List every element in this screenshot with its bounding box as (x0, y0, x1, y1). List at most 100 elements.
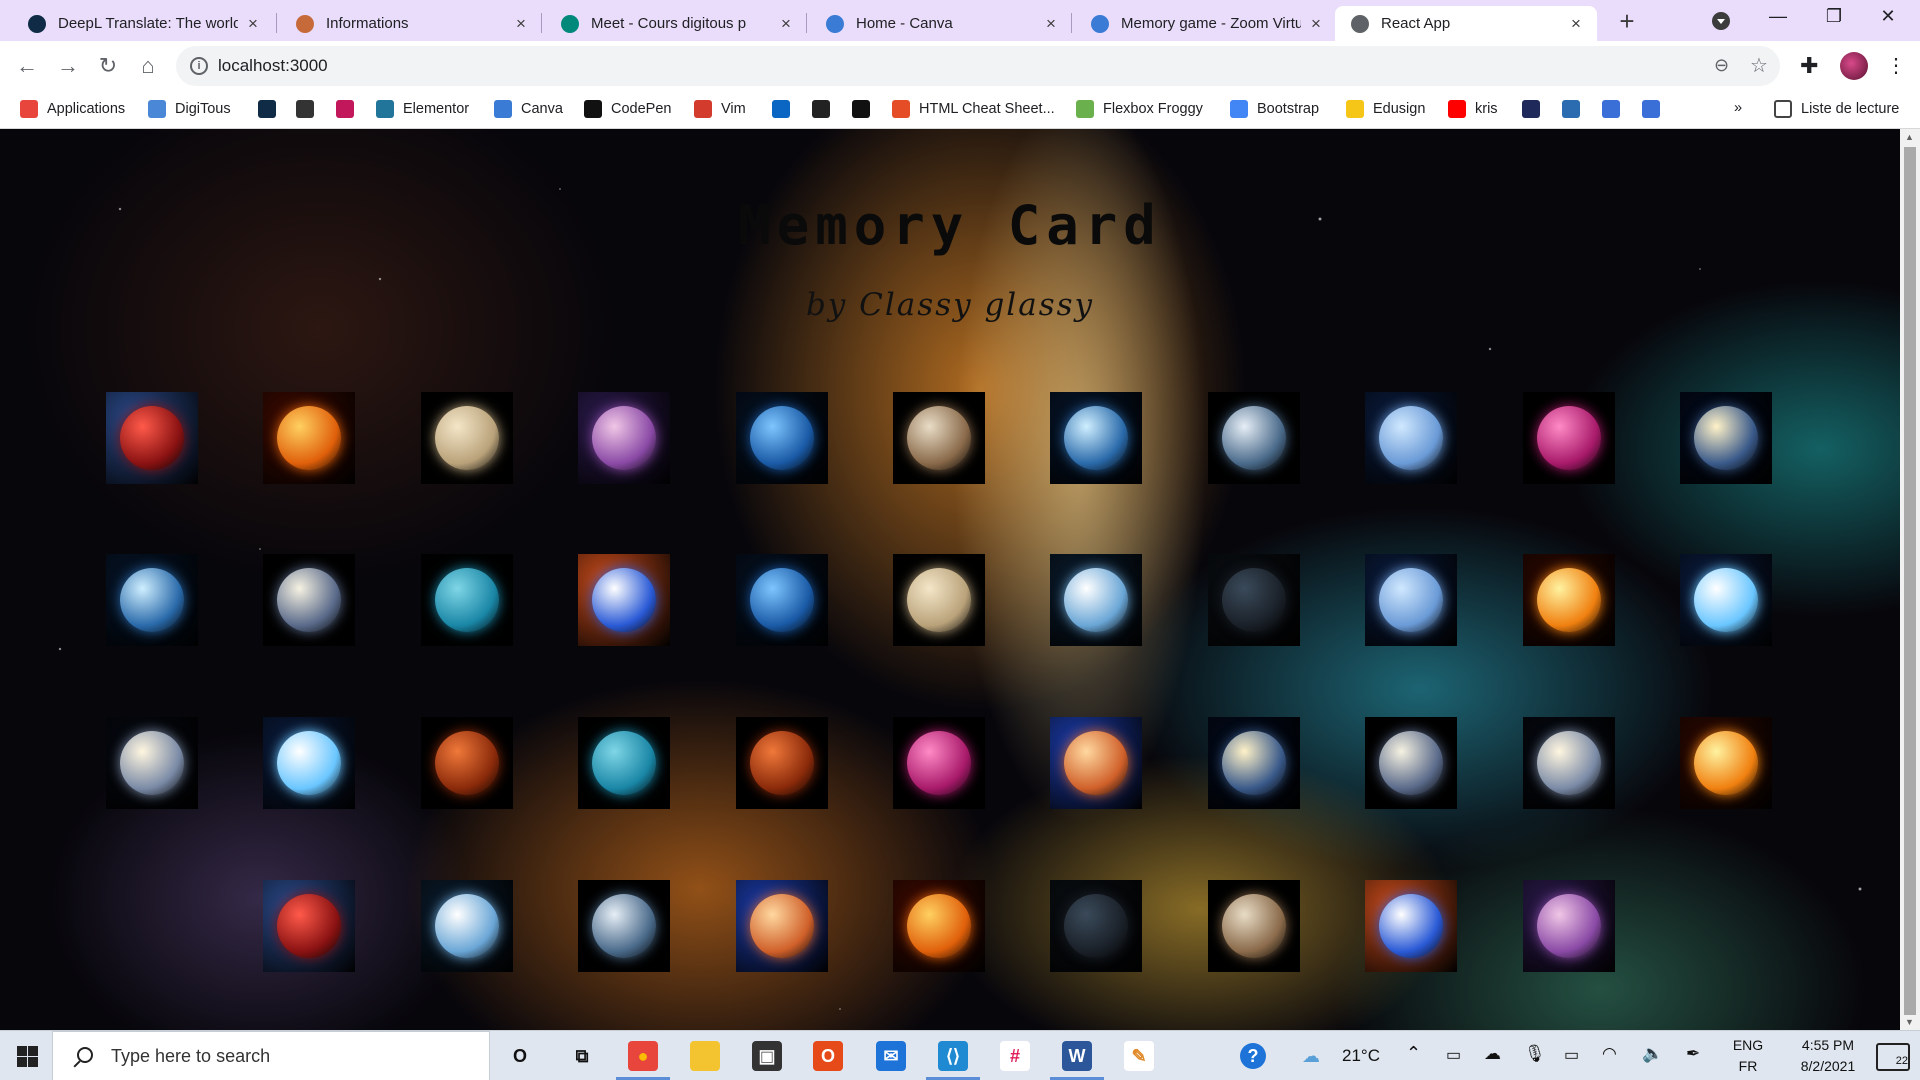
browser-tab[interactable]: React App × (1335, 6, 1597, 41)
cortana-icon[interactable]: O (505, 1041, 535, 1071)
close-tab-icon[interactable]: × (1567, 14, 1585, 34)
reading-list-button[interactable]: Liste de lecture (1774, 100, 1899, 118)
memory-card-sun[interactable] (893, 880, 985, 972)
onedrive-icon[interactable]: ☁ (1484, 1044, 1501, 1064)
memory-card-sun[interactable] (263, 392, 355, 484)
close-tab-icon[interactable]: × (512, 14, 530, 34)
memory-card-earth[interactable] (578, 880, 670, 972)
browser-tab[interactable]: Meet - Cours digitous p × (545, 6, 807, 41)
close-tab-icon[interactable]: × (1307, 14, 1325, 34)
taskbar-search-box[interactable]: Type here to search (52, 1031, 490, 1080)
bookmark-item[interactable] (1522, 100, 1540, 118)
memory-card-saturn[interactable] (421, 392, 513, 484)
memory-card-red-striped-planet[interactable] (263, 880, 355, 972)
forward-icon[interactable]: → (54, 52, 82, 80)
bookmark-star-icon[interactable]: ☆ (1750, 53, 1768, 78)
bookmark-item[interactable]: HTML Cheat Sheet... (892, 100, 1055, 118)
scroll-up-icon[interactable]: ▲ (1905, 132, 1914, 142)
new-tab-button[interactable]: + (1612, 8, 1642, 36)
memory-card-orbit-system[interactable] (736, 392, 828, 484)
office-icon[interactable]: O (813, 1041, 843, 1071)
bookmark-item[interactable]: Applications (20, 100, 125, 118)
memory-card-fiery-blue-planet[interactable] (736, 880, 828, 972)
clock-time[interactable]: 4:55 PM (1778, 1037, 1878, 1053)
bookmark-item[interactable]: DigiTous (148, 100, 231, 118)
memory-card-nebula-mountains[interactable] (578, 392, 670, 484)
notification-center-icon[interactable]: 22 (1876, 1043, 1910, 1071)
back-icon[interactable]: ← (13, 52, 41, 80)
browser-menu-icon[interactable]: ⋮ (1886, 53, 1906, 78)
memory-card-galaxy-burst[interactable] (1050, 554, 1142, 646)
memory-card-nebula-mountains[interactable] (1523, 880, 1615, 972)
windows-start-icon[interactable] (17, 1046, 38, 1067)
memory-card-blue-ice-planet[interactable] (1365, 392, 1457, 484)
memory-card-lightning-planet[interactable] (1365, 880, 1457, 972)
pen-workspace-icon[interactable]: ✒ (1686, 1044, 1700, 1064)
bookmark-item[interactable] (296, 100, 314, 118)
bookmark-item[interactable] (812, 100, 830, 118)
close-tab-icon[interactable]: × (777, 14, 795, 34)
scrollbar-thumb[interactable] (1904, 147, 1916, 1015)
memory-card-crescent-rings[interactable] (263, 554, 355, 646)
bookmark-item[interactable] (1642, 100, 1660, 118)
bookmark-item[interactable] (852, 100, 870, 118)
site-info-icon[interactable]: i (190, 57, 208, 75)
bookmark-item[interactable]: Edusign (1346, 100, 1425, 118)
memory-card-planet-sunrise[interactable] (1680, 392, 1772, 484)
chrome-icon[interactable]: ● (628, 1041, 658, 1071)
memory-card-dark-planet[interactable] (1050, 880, 1142, 972)
memory-card-uranus[interactable] (578, 717, 670, 809)
bookmark-item[interactable]: kris (1448, 100, 1498, 118)
store-icon[interactable]: ▣ (752, 1041, 782, 1071)
bookmark-item[interactable] (1562, 100, 1580, 118)
volume-icon[interactable]: 🔈 (1642, 1044, 1663, 1064)
bookmark-item[interactable] (258, 100, 276, 118)
memory-card-blue-comet[interactable] (263, 717, 355, 809)
memory-card-fiery-blue-planet[interactable] (1050, 717, 1142, 809)
memory-card-pink-gas-giant[interactable] (1523, 392, 1615, 484)
task-view-icon[interactable]: ⧉ (567, 1041, 597, 1071)
mail-icon[interactable]: ✉ (876, 1041, 906, 1071)
memory-card-blue-ice-planet[interactable] (1365, 554, 1457, 646)
scroll-down-icon[interactable]: ▼ (1905, 1017, 1914, 1027)
battery-icon[interactable]: ▭ (1564, 1045, 1579, 1065)
language-bottom[interactable]: FR (1728, 1058, 1768, 1074)
slack-icon[interactable]: # (1000, 1041, 1030, 1071)
tray-chevron-icon[interactable]: ⌃ (1406, 1043, 1421, 1064)
memory-card-earth[interactable] (1208, 392, 1300, 484)
memory-card-black-hole-vortex[interactable] (106, 554, 198, 646)
bookmark-item[interactable]: Flexbox Froggy (1076, 100, 1203, 118)
help-icon[interactable]: ? (1240, 1043, 1266, 1069)
bookmarks-overflow-button[interactable]: » (1734, 100, 1742, 116)
memory-card-mars[interactable] (736, 717, 828, 809)
bookmark-item[interactable] (772, 100, 790, 118)
address-bar[interactable]: i localhost:3000 ⊖ ☆ (176, 46, 1780, 86)
memory-card-blue-comet[interactable] (1680, 554, 1772, 646)
memory-card-lightning-planet[interactable] (578, 554, 670, 646)
memory-card-planet-sunrise[interactable] (1208, 717, 1300, 809)
memory-card-mars[interactable] (421, 717, 513, 809)
browser-tab[interactable]: DeepL Translate: The world' × (12, 6, 274, 41)
meet-now-icon[interactable]: ▭ (1446, 1045, 1461, 1065)
memory-card-galaxy-burst[interactable] (421, 880, 513, 972)
profile-avatar[interactable] (1840, 52, 1868, 80)
minimize-icon[interactable]: — (1758, 6, 1798, 27)
close-window-icon[interactable]: ✕ (1868, 6, 1908, 27)
memory-card-pink-gas-giant[interactable] (893, 717, 985, 809)
clock-date[interactable]: 8/2/2021 (1778, 1058, 1878, 1074)
weather-cloud-icon[interactable]: ☁ (1302, 1046, 1320, 1067)
memory-card-uranus[interactable] (421, 554, 513, 646)
tab-search-icon[interactable] (1712, 12, 1730, 30)
wifi-icon[interactable]: ◠ (1602, 1044, 1617, 1064)
browser-tab[interactable]: Home - Canva × (810, 6, 1072, 41)
close-tab-icon[interactable]: × (1042, 14, 1060, 34)
bookmark-item[interactable]: CodePen (584, 100, 671, 118)
file-explorer-icon[interactable]: ▬ (690, 1041, 720, 1071)
language-top[interactable]: ENG (1728, 1037, 1768, 1053)
memory-card-black-hole-vortex[interactable] (1050, 392, 1142, 484)
bookmark-item[interactable]: Canva (494, 100, 563, 118)
memory-card-dark-planet[interactable] (1208, 554, 1300, 646)
memory-card-moon-rocky[interactable] (1208, 880, 1300, 972)
memory-card-andromeda-galaxy[interactable] (1523, 717, 1615, 809)
close-tab-icon[interactable]: × (244, 14, 262, 34)
